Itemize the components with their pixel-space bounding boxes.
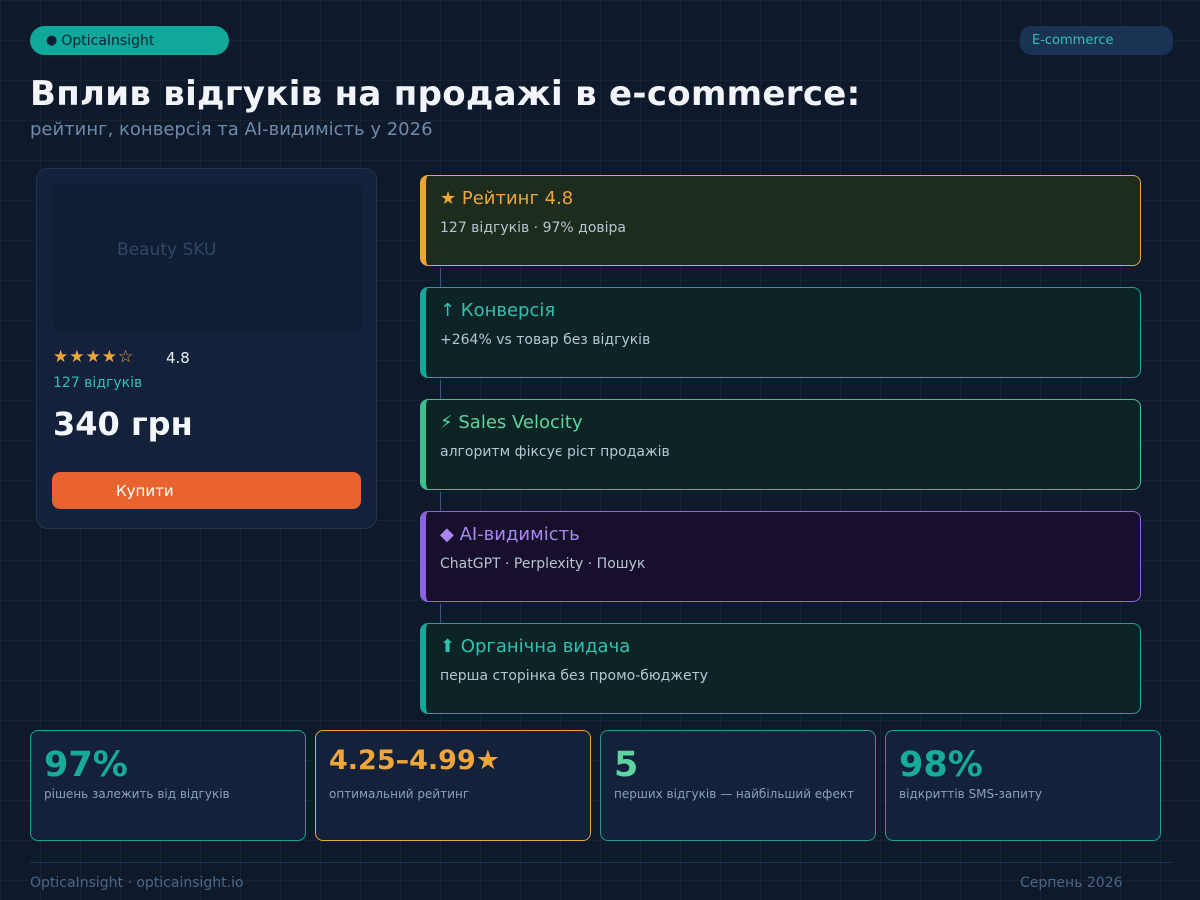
stat-value: 98% <box>899 745 983 785</box>
flow-step-rating: ★ Рейтинг 4.8 127 відгуків · 97% довіра <box>420 175 1141 266</box>
footer-divider <box>30 862 1171 863</box>
step-description: +264% vs товар без відгуків <box>440 332 651 348</box>
stat-card-optimal-rating: 4.25–4.99★ оптимальний рейтинг <box>315 730 591 841</box>
page-subtitle: рейтинг, конверсія та AI-видимість у 202… <box>30 119 433 140</box>
flow-arrow-icon <box>436 268 444 292</box>
stat-label: відкриттів SMS-запиту <box>899 787 1042 801</box>
product-image-placeholder: Beauty SKU <box>53 183 362 330</box>
flow-step-sales-velocity: ⚡ Sales Velocity алгоритм фіксує ріст пр… <box>420 399 1141 490</box>
step-title: ⬆ Органічна видача <box>440 636 631 657</box>
step-title: ◆ AI-видимість <box>440 524 580 545</box>
product-image-label: Beauty SKU <box>117 240 217 260</box>
step-title: ⚡ Sales Velocity <box>440 412 583 433</box>
stat-card-sms-open-rate: 98% відкриттів SMS-запиту <box>885 730 1161 841</box>
step-description: ChatGPT · Perplexity · Пошук <box>440 556 646 572</box>
category-tag-label: E-commerce <box>1032 33 1114 48</box>
brand-pill: ● OpticaInsight <box>30 26 229 55</box>
stat-value: 4.25–4.99★ <box>329 745 500 776</box>
category-tag: E-commerce <box>1020 26 1173 55</box>
step-description: алгоритм фіксує ріст продажів <box>440 444 670 460</box>
stat-label: оптимальний рейтинг <box>329 787 470 801</box>
flow-step-organic-ranking: ⬆ Органічна видача перша сторінка без пр… <box>420 623 1141 714</box>
stat-label: перших відгуків — найбільший ефект <box>614 787 855 801</box>
review-count[interactable]: 127 відгуків <box>53 375 142 391</box>
product-price: 340 грн <box>53 405 193 443</box>
stat-card-first-reviews: 5 перших відгуків — найбільший ефект <box>600 730 876 841</box>
brand-name: OpticaInsight <box>61 32 155 49</box>
footer-date: Серпень 2026 <box>1020 875 1123 891</box>
buy-button[interactable]: Купити <box>52 472 361 509</box>
buy-button-label: Купити <box>116 481 174 500</box>
stat-value: 5 <box>614 745 639 785</box>
flow-step-conversion: ↑ Конверсія +264% vs товар без відгуків <box>420 287 1141 378</box>
stat-value: 97% <box>44 745 128 785</box>
brand-dot-icon: ● <box>46 33 58 48</box>
flow-arrow-icon <box>436 380 444 404</box>
step-description: 127 відгуків · 97% довіра <box>440 220 626 236</box>
stat-card-trust: 97% рішень залежить від відгуків <box>30 730 306 841</box>
rating-value: 4.8 <box>166 349 190 367</box>
footer-credit: OpticaInsight · opticainsight.io <box>30 875 244 891</box>
step-title: ↑ Конверсія <box>440 300 556 321</box>
product-card: Beauty SKU ★★★★☆ 4.8 127 відгуків 340 гр… <box>36 168 377 529</box>
stat-label: рішень залежить від відгуків <box>44 787 230 801</box>
step-title: ★ Рейтинг 4.8 <box>440 188 574 209</box>
flow-arrow-icon <box>436 492 444 516</box>
step-description: перша сторінка без промо-бюджету <box>440 668 709 684</box>
flow-arrow-icon <box>436 604 444 628</box>
rating-stars-icon: ★★★★☆ <box>53 347 135 367</box>
flow-step-ai-visibility: ◆ AI-видимість ChatGPT · Perplexity · По… <box>420 511 1141 602</box>
page-title: Вплив відгуків на продажі в e-commerce: <box>30 74 861 114</box>
